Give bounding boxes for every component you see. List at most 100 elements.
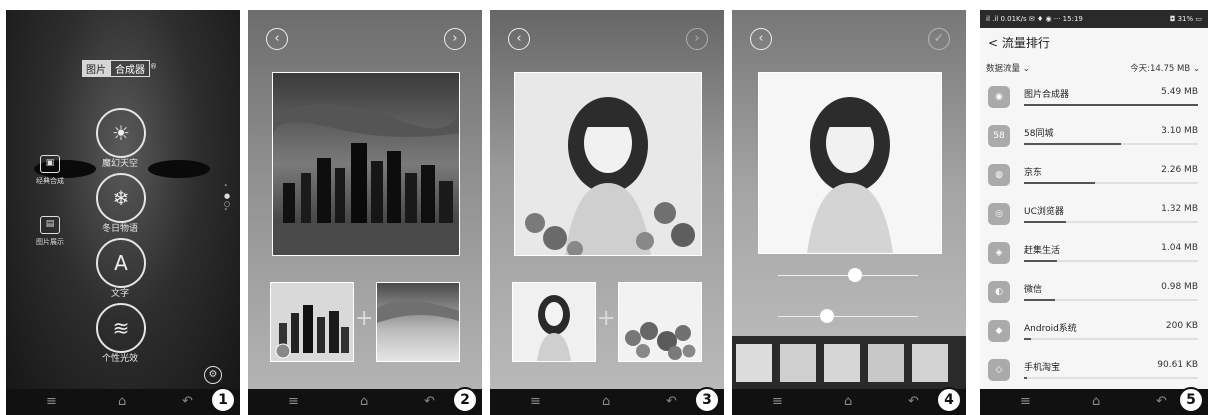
list-item[interactable]: ◇ 手机淘宝 90.61 KB — [980, 355, 1208, 391]
app-data-size: 3.10 MB — [1161, 126, 1198, 136]
list-item[interactable]: ◆ Android系统 200 KB — [980, 316, 1208, 352]
winter-story-button[interactable]: ❄ — [96, 173, 146, 223]
step-badge: 5 — [1178, 387, 1204, 413]
app-data-size: 90.61 KB — [1157, 360, 1198, 370]
home-icon[interactable]: ⌂ — [1092, 394, 1100, 410]
app-title-mark: ® — [150, 62, 157, 71]
light-wave-icon: ≋ — [112, 316, 130, 340]
step-badge: 1 — [210, 387, 236, 413]
slider-knob-1[interactable] — [848, 268, 862, 282]
back-icon[interactable]: ↶ — [666, 394, 677, 410]
prev-arrow-icon[interactable]: ‹ — [266, 28, 288, 50]
usage-bar-fill — [1024, 104, 1198, 106]
panel-compose-preview: ‹ › + ≡ ⌂ ↶ 3 — [490, 10, 724, 415]
app-name: 微信 — [1024, 285, 1043, 295]
snowflake-icon: ❄ — [112, 186, 130, 210]
app-icon: ◎ — [988, 203, 1010, 225]
panel-data-usage: il .il 0.01K/s ✉ ♦ ◉ ··· 15:19 ◘ 31% ▭ <… — [980, 10, 1208, 415]
home-icon[interactable]: ⌂ — [360, 394, 368, 410]
panel-main-menu: 图片 合成器 ® ☀ 魔幻天空 ❄ 冬日物语 A 文字 ≋ 个性光效 ▣ 经典合成 … — [6, 10, 240, 415]
usage-bar — [1024, 143, 1198, 145]
adjusted-preview-image — [758, 72, 942, 254]
status-left: il .il 0.01K/s ✉ ♦ ◉ ··· 15:19 — [986, 15, 1083, 23]
usage-bar — [1024, 182, 1198, 184]
slider-knob-2[interactable] — [820, 309, 834, 323]
prev-arrow-icon[interactable]: ‹ — [508, 28, 530, 50]
next-arrow-icon[interactable]: › — [686, 28, 708, 50]
app-title: 图片 合成器 ® — [82, 60, 157, 77]
sky-thumbnail[interactable] — [376, 282, 460, 362]
nav-bar: ≡ ⌂ ↶ — [6, 389, 240, 415]
pager-dots: ˄ ● ○ ˅ — [224, 184, 231, 216]
app-title-part2: 合成器 — [110, 60, 150, 77]
menu-icon[interactable]: ≡ — [1020, 394, 1031, 410]
light-effect-button[interactable]: ≋ — [96, 303, 146, 353]
app-icon: ◈ — [988, 242, 1010, 264]
filter-thumb[interactable] — [912, 344, 948, 382]
usage-bar — [1024, 104, 1198, 106]
app-title-part1: 图片 — [82, 60, 110, 77]
usage-bar-fill — [1024, 377, 1028, 379]
step-badge: 3 — [694, 387, 720, 413]
app-icon: ◇ — [988, 359, 1010, 381]
portrait-thumbnail[interactable] — [512, 282, 596, 362]
today-total-dropdown[interactable]: 今天:14.75 MB ⌄ — [1130, 62, 1200, 74]
next-arrow-icon[interactable]: › — [444, 28, 466, 50]
back-icon[interactable]: ↶ — [424, 394, 435, 410]
home-icon[interactable]: ⌂ — [844, 394, 852, 410]
app-icon: ◍ — [988, 164, 1010, 186]
page-title[interactable]: < 流量排行 — [988, 34, 1050, 51]
classic-compose-icon[interactable]: ▣ — [40, 155, 60, 173]
city-thumbnail[interactable] — [270, 282, 354, 362]
back-icon[interactable]: ↶ — [908, 394, 919, 410]
list-item[interactable]: ◐ 微信 0.98 MB — [980, 277, 1208, 313]
app-data-size: 200 KB — [1165, 321, 1198, 331]
app-data-size: 1.32 MB — [1161, 204, 1198, 214]
menu-icon[interactable]: ≡ — [46, 394, 57, 410]
menu-icon[interactable]: ≡ — [530, 394, 541, 410]
usage-bar — [1024, 377, 1198, 379]
status-bar: il .il 0.01K/s ✉ ♦ ◉ ··· 15:19 ◘ 31% ▭ — [980, 10, 1208, 28]
back-icon[interactable]: ↶ — [1156, 394, 1167, 410]
list-item[interactable]: ◉ 图片合成器 5.49 MB — [980, 82, 1208, 118]
data-type-dropdown[interactable]: 数据流量 ⌄ — [986, 62, 1030, 74]
save-icon[interactable]: ✓ — [928, 28, 950, 50]
plus-icon: + — [597, 306, 616, 331]
settings-icon[interactable]: ⚙ — [204, 366, 222, 384]
filter-thumb[interactable] — [780, 344, 816, 382]
home-icon[interactable]: ⌂ — [602, 394, 610, 410]
slider-track-2[interactable] — [778, 316, 918, 317]
app-name: 京东 — [1024, 168, 1043, 178]
home-icon[interactable]: ⌂ — [118, 394, 126, 410]
text-button[interactable]: A — [96, 238, 146, 288]
panel-select-images: ‹ › + ≡ ⌂ ↶ 2 — [248, 10, 482, 415]
list-item[interactable]: 58 58同城 3.10 MB — [980, 121, 1208, 157]
image-gallery-icon[interactable]: ▤ — [40, 216, 60, 234]
step-badge: 4 — [936, 387, 962, 413]
app-icon: ◆ — [988, 320, 1010, 342]
letter-a-icon: A — [114, 251, 128, 275]
back-icon[interactable]: ↶ — [182, 394, 193, 410]
app-name: 手机淘宝 — [1024, 363, 1061, 373]
usage-bar-fill — [1024, 182, 1096, 184]
usage-bar-fill — [1024, 143, 1122, 145]
list-item[interactable]: ◈ 赶集生活 1.04 MB — [980, 238, 1208, 274]
city-preview-image — [272, 72, 460, 256]
app-name: 58同城 — [1024, 129, 1054, 139]
app-name: 赶集生活 — [1024, 246, 1061, 256]
magic-sky-button[interactable]: ☀ — [96, 108, 146, 158]
usage-bar-fill — [1024, 338, 1031, 340]
data-type-label: 数据流量 — [986, 64, 1021, 74]
list-item[interactable]: ◎ UC浏览器 1.32 MB — [980, 199, 1208, 235]
text-label: 文字 — [110, 289, 129, 299]
filter-thumb[interactable] — [824, 344, 860, 382]
app-name: Android系统 — [1024, 324, 1077, 334]
prev-arrow-icon[interactable]: ‹ — [750, 28, 772, 50]
image-gallery-label: 图片展示 — [36, 238, 64, 246]
list-item[interactable]: ◍ 京东 2.26 MB — [980, 160, 1208, 196]
filter-thumb[interactable] — [868, 344, 904, 382]
filter-thumb[interactable] — [736, 344, 772, 382]
flower-thumbnail[interactable] — [618, 282, 702, 362]
menu-icon[interactable]: ≡ — [288, 394, 299, 410]
menu-icon[interactable]: ≡ — [772, 394, 783, 410]
